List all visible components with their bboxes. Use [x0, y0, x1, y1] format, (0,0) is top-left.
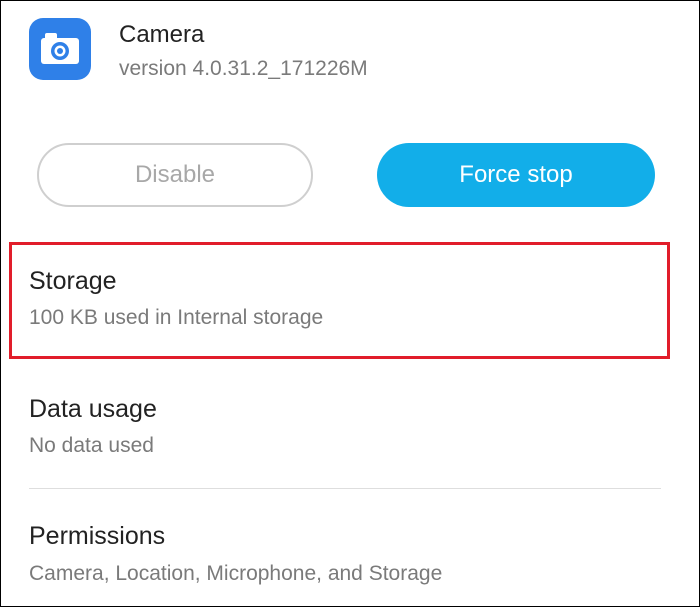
data-usage-title: Data usage	[29, 395, 157, 423]
divider	[29, 488, 661, 489]
force-stop-button[interactable]: Force stop	[377, 143, 655, 207]
permissions-subtitle: Camera, Location, Microphone, and Storag…	[29, 562, 443, 585]
app-info-screen: Camera version 4.0.31.2_171226M Disable …	[0, 0, 700, 607]
storage-highlight-box	[9, 242, 670, 359]
app-header: Camera version 4.0.31.2_171226M	[1, 1, 699, 101]
app-name: Camera	[119, 21, 205, 48]
app-version: version 4.0.31.2_171226M	[119, 57, 368, 80]
data-usage-item[interactable]: Data usage No data used	[1, 391, 699, 471]
camera-icon	[41, 33, 79, 64]
permissions-item[interactable]: Permissions Camera, Location, Microphone…	[1, 519, 699, 599]
disable-button[interactable]: Disable	[37, 143, 313, 207]
data-usage-subtitle: No data used	[29, 434, 154, 457]
camera-app-icon	[29, 18, 91, 80]
permissions-title: Permissions	[29, 522, 166, 550]
